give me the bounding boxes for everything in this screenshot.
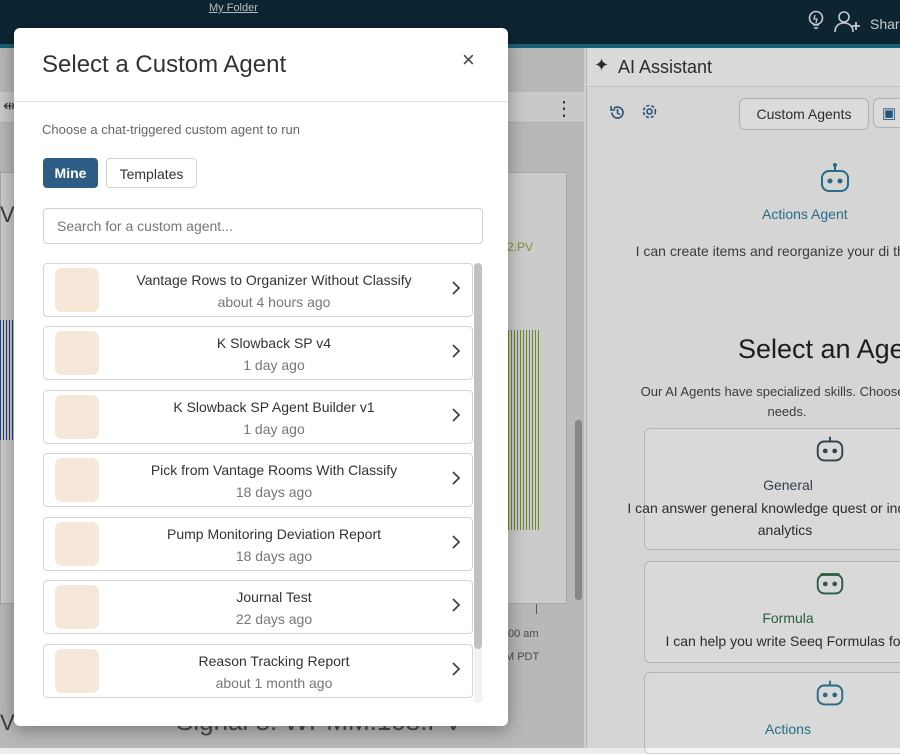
agent-list: Vantage Rows to Organizer Without Classi… [43,263,483,703]
chevron-right-icon [450,405,462,425]
agent-name: Pick from Vantage Rooms With Classify [150,462,398,478]
agent-name: K Slowback SP v4 [216,335,332,351]
agent-timestamp: 1 day ago [243,357,305,373]
chevron-right-icon [450,659,462,679]
agent-timestamp: about 4 hours ago [217,294,331,310]
list-item[interactable]: Reason Tracking Report about 1 month ago [43,644,473,698]
agent-name: Journal Test [236,589,312,605]
list-item[interactable]: K Slowback SP Agent Builder v1 1 day ago [43,390,473,444]
list-item[interactable]: Journal Test 22 days ago [43,580,473,634]
chevron-right-icon [450,341,462,361]
tab-templates[interactable]: Templates [106,158,197,188]
dialog-title: Select a Custom Agent [42,51,287,78]
close-icon[interactable]: × [462,47,475,73]
search-input[interactable] [43,208,483,244]
agent-thumbnail [55,458,99,502]
agent-thumbnail [55,649,99,693]
chevron-right-icon [450,595,462,615]
agent-thumbnail [55,331,99,375]
agent-timestamp: 22 days ago [235,611,313,627]
list-item[interactable]: Vantage Rows to Organizer Without Classi… [43,263,473,317]
agent-timestamp: about 1 month ago [215,675,333,691]
agent-name: Vantage Rows to Organizer Without Classi… [136,272,412,288]
chevron-right-icon [450,278,462,298]
dialog-subtitle: Choose a chat-triggered custom agent to … [42,122,300,137]
agent-timestamp: 18 days ago [235,484,313,500]
chevron-right-icon [450,468,462,488]
list-item[interactable]: Pick from Vantage Rooms With Classify 18… [43,453,473,507]
select-custom-agent-dialog: Select a Custom Agent × Choose a chat-tr… [14,28,508,726]
list-item[interactable]: K Slowback SP v4 1 day ago [43,326,473,380]
agent-name: Pump Monitoring Deviation Report [167,526,381,542]
agent-thumbnail [55,268,99,312]
agent-name: Reason Tracking Report [198,653,350,669]
dialog-divider [14,101,508,102]
tab-mine[interactable]: Mine [43,158,98,188]
agent-thumbnail [55,522,99,566]
agent-thumbnail [55,395,99,439]
agent-thumbnail [55,585,99,629]
chevron-right-icon [450,532,462,552]
agent-timestamp: 1 day ago [243,421,305,437]
list-item[interactable]: Pump Monitoring Deviation Report 18 days… [43,517,473,571]
agent-name: K Slowback SP Agent Builder v1 [173,399,375,415]
agent-timestamp: 18 days ago [235,548,313,564]
agent-list-scrollbar-thumb[interactable] [474,263,482,649]
